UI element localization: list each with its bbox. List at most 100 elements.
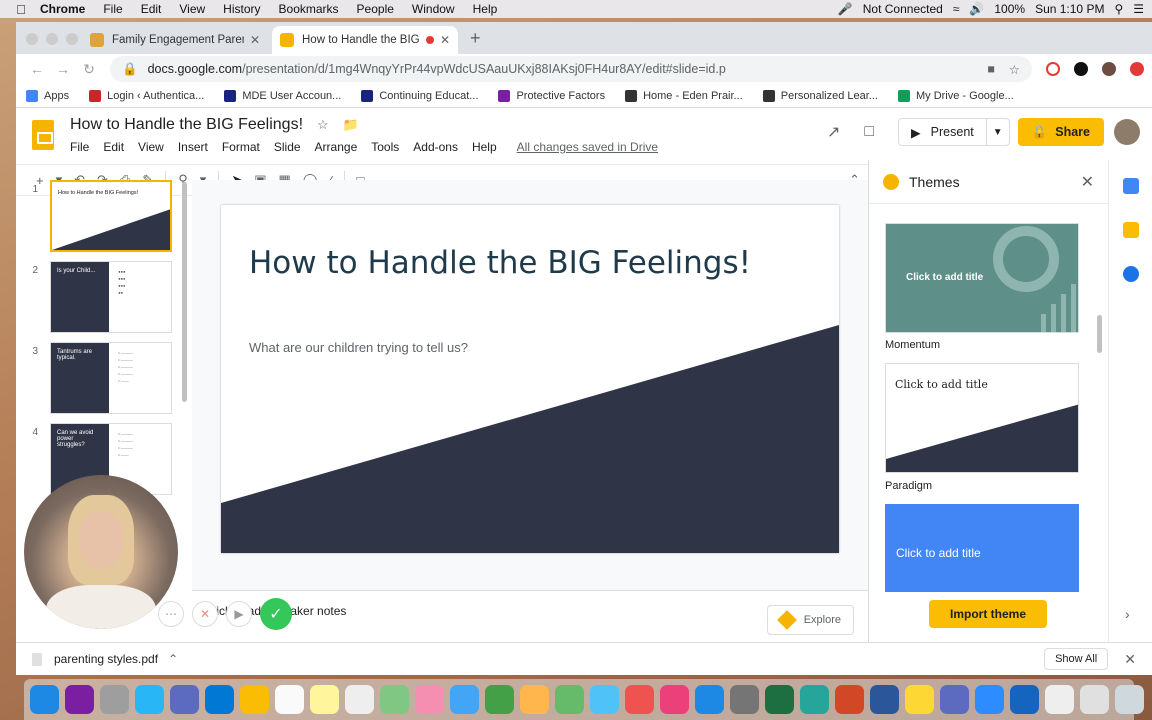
menu-file[interactable]: File <box>103 2 122 16</box>
microphone-icon[interactable]: 🎤 <box>838 2 853 16</box>
menu-history[interactable]: History <box>223 2 260 16</box>
menu-people[interactable]: People <box>357 2 394 16</box>
tab-slides[interactable]: How to Handle the BIG Fee ✕ <box>272 26 458 54</box>
mail-app-icon[interactable] <box>170 685 199 714</box>
bookmark-star-icon[interactable]: ☆ <box>1009 62 1020 77</box>
app-store-icon[interactable] <box>695 685 724 714</box>
slide-thumb-3[interactable]: Tantrums are typical. • ——— • ——— • ——— • —… <box>50 342 172 414</box>
theme-paradigm[interactable]: Click to add title <box>885 363 1079 473</box>
bookmark-my-drive[interactable]: My Drive - Google... <box>897 89 1014 102</box>
keynote-icon[interactable] <box>590 685 619 714</box>
more-options-icon[interactable]: ⋯ <box>158 601 184 627</box>
spotlight-icon[interactable]: ⚲ <box>1114 2 1123 16</box>
chrome-icon[interactable] <box>240 685 269 714</box>
calendar-app-icon[interactable] <box>275 685 304 714</box>
system-preferences-icon[interactable] <box>730 685 759 714</box>
tab-family-engagement[interactable]: Family Engagement Parent Re ✕ <box>82 26 268 54</box>
webcam-bubble[interactable] <box>24 475 178 629</box>
menu-format[interactable]: Format <box>222 140 260 154</box>
move-folder-icon[interactable]: 📁 <box>343 117 359 133</box>
close-tab-icon[interactable]: ✕ <box>250 33 260 47</box>
pages-icon[interactable] <box>520 685 549 714</box>
menu-chrome[interactable]: Chrome <box>40 2 85 16</box>
menu-window[interactable]: Window <box>412 2 455 16</box>
bookmark-login[interactable]: Login ‹ Authentica... <box>89 89 204 102</box>
battery-percent[interactable]: 100% <box>994 2 1025 16</box>
clock[interactable]: Sun 1:10 PM <box>1035 2 1104 16</box>
menu-help[interactable]: Help <box>473 2 498 16</box>
maps-icon[interactable] <box>380 685 409 714</box>
menu-slide[interactable]: Slide <box>274 140 301 154</box>
chevron-up-icon[interactable]: ⌃ <box>168 652 178 666</box>
stickies-icon[interactable] <box>905 685 934 714</box>
music-icon[interactable] <box>660 685 689 714</box>
safari-icon[interactable] <box>135 685 164 714</box>
close-icon[interactable]: ✕ <box>1081 172 1094 192</box>
camera-icon[interactable]: ■ <box>987 62 995 77</box>
new-tab-button[interactable]: + <box>470 28 481 49</box>
present-dropdown-icon[interactable]: ▼ <box>987 127 1009 138</box>
zoom-window-icon[interactable] <box>66 33 78 45</box>
bookmark-personalized[interactable]: Personalized Lear... <box>762 89 878 102</box>
back-button[interactable]: ← <box>24 61 50 77</box>
update-icon[interactable] <box>1130 62 1144 76</box>
apple-icon[interactable]:  <box>14 2 28 17</box>
messages-icon[interactable] <box>450 685 479 714</box>
menu-tools[interactable]: Tools <box>371 140 399 154</box>
bookmark-continuing-ed[interactable]: Continuing Educat... <box>361 89 478 102</box>
news-icon[interactable] <box>625 685 654 714</box>
zoom-icon[interactable] <box>975 685 1004 714</box>
menu-view[interactable]: View <box>179 2 205 16</box>
notes-app-icon[interactable] <box>310 685 339 714</box>
slide-subtitle[interactable]: What are our children trying to tell us? <box>249 340 468 355</box>
slide-title[interactable]: How to Handle the BIG Feelings! <box>249 245 751 281</box>
slide-thumb-2[interactable]: Is your Child... ●●● ●●● ●●● ●● <box>50 261 172 333</box>
outlook-icon[interactable] <box>205 685 234 714</box>
slides-logo-icon[interactable] <box>32 120 54 150</box>
menu-addons[interactable]: Add-ons <box>413 140 458 154</box>
network-globe-icon[interactable] <box>1010 685 1039 714</box>
share-button[interactable]: 🔒 Share <box>1017 118 1104 146</box>
save-status[interactable]: All changes saved in Drive <box>517 140 658 154</box>
network-status[interactable]: Not Connected <box>863 2 943 16</box>
volume-icon[interactable]: 🔊 <box>969 2 984 16</box>
star-icon[interactable]: ☆ <box>317 117 329 133</box>
explore-button[interactable]: Explore <box>766 605 854 635</box>
powerpoint-icon[interactable] <box>835 685 864 714</box>
preview-icon[interactable] <box>1080 685 1109 714</box>
expand-panel-icon[interactable]: › <box>1125 606 1130 622</box>
close-icon[interactable]: ✕ <box>1124 651 1136 668</box>
word-icon[interactable] <box>870 685 899 714</box>
notification-center-icon[interactable]: ☰ <box>1133 2 1144 16</box>
menu-edit[interactable]: Edit <box>141 2 162 16</box>
bookmark-eden-prairie[interactable]: Home - Eden Prair... <box>625 89 743 102</box>
pause-recording-button[interactable]: ▶ <box>226 601 252 627</box>
excel-icon[interactable] <box>765 685 794 714</box>
calendar-icon[interactable] <box>1123 178 1139 194</box>
address-bar[interactable]: 🔒 docs.google.com /presentation/d/1mg4Wn… <box>110 56 1032 82</box>
import-theme-button[interactable]: Import theme <box>929 600 1047 628</box>
theme-blue[interactable]: Click to add title <box>885 504 1079 592</box>
menu-insert[interactable]: Insert <box>178 140 208 154</box>
slide-thumbnail[interactable]: 2 Is your Child... ●●● ●●● ●●● ●● <box>16 261 192 342</box>
comments-icon[interactable]: □ <box>864 123 874 141</box>
activity-trend-icon[interactable]: ↗ <box>827 122 840 142</box>
present-button[interactable]: ▶ Present ▼ <box>898 118 1010 146</box>
menu-help[interactable]: Help <box>472 140 497 154</box>
reminders-icon[interactable] <box>345 685 374 714</box>
siri-icon[interactable] <box>65 685 94 714</box>
cancel-recording-button[interactable]: ✕ <box>192 601 218 627</box>
trash-icon[interactable] <box>1115 685 1144 714</box>
finish-recording-button[interactable]: ✓ <box>260 598 292 630</box>
slide-thumbnail[interactable]: 1 How to Handle the BIG Feelings! <box>16 180 192 261</box>
reload-button[interactable]: ↻ <box>76 61 102 78</box>
filmstrip-scrollbar[interactable] <box>182 182 187 402</box>
close-window-icon[interactable] <box>26 33 38 45</box>
slide-canvas[interactable]: How to Handle the BIG Feelings! What are… <box>221 205 839 553</box>
account-avatar[interactable] <box>1114 119 1140 145</box>
extension-icon[interactable] <box>1074 62 1088 76</box>
bookmark-apps[interactable]: Apps <box>26 89 69 102</box>
lock-icon[interactable]: 🔒 <box>122 62 138 77</box>
menu-file[interactable]: File <box>70 140 89 154</box>
download-filename[interactable]: parenting styles.pdf <box>54 652 158 666</box>
